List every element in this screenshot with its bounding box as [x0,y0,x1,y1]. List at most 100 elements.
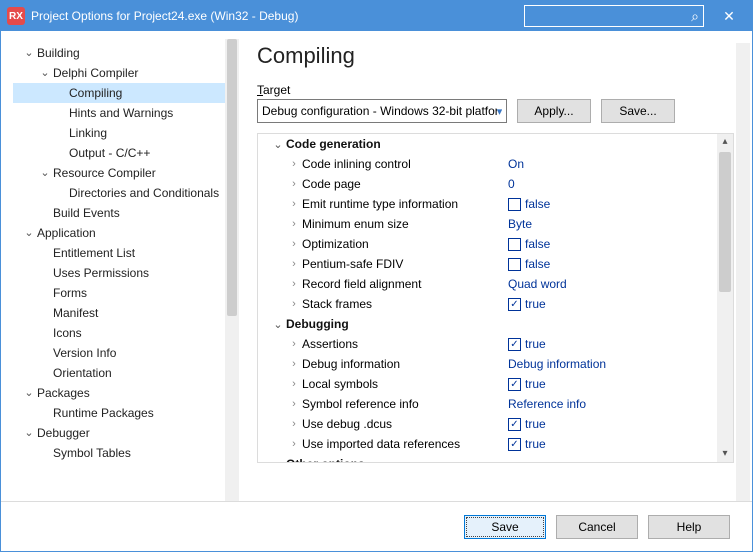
option-row[interactable]: ›Use debug .dcus✓true [258,414,717,434]
options-grid[interactable]: ⌄Code generation›Code inlining controlOn… [258,134,717,462]
chevron-right-icon[interactable]: › [286,218,302,230]
tree-item-version-info[interactable]: ·Version Info [13,343,235,363]
option-row[interactable]: ›Local symbols✓true [258,374,717,394]
chevron-right-icon[interactable]: › [286,398,302,410]
tree-item-manifest[interactable]: ·Manifest [13,303,235,323]
chevron-down-icon[interactable]: ⌄ [270,138,286,151]
search-icon[interactable]: ⌕ [691,8,699,25]
tree-item-resource-compiler[interactable]: ⌄Resource Compiler [13,163,235,183]
chevron-right-icon[interactable]: › [286,258,302,270]
tree-item-output-c-c-[interactable]: ·Output - C/C++ [13,143,235,163]
tree-item-hints-and-warnings[interactable]: ·Hints and Warnings [13,103,235,123]
option-value[interactable]: Byte [508,217,717,231]
option-value[interactable]: Reference info [508,397,717,411]
option-row[interactable]: ›Pentium-safe FDIVfalse [258,254,717,274]
option-row[interactable]: ›Assertions✓true [258,334,717,354]
scroll-down-icon[interactable]: ▾ [717,446,733,462]
tree-item-application[interactable]: ⌄Application [13,223,235,243]
option-row[interactable]: ›Code inlining controlOn [258,154,717,174]
option-row[interactable]: ›Optimizationfalse [258,234,717,254]
option-row[interactable]: ›Symbol reference infoReference info [258,394,717,414]
target-combo[interactable]: Debug configuration - Windows 32-bit pla… [257,99,507,123]
option-row[interactable]: ›Stack frames✓true [258,294,717,314]
scroll-up-icon[interactable]: ▴ [717,134,733,150]
option-value[interactable]: 0 [508,177,717,191]
checkbox[interactable]: ✓ [508,438,521,451]
option-value[interactable]: ✓true [508,437,717,451]
chevron-right-icon[interactable]: › [286,158,302,170]
cancel-button[interactable]: Cancel [556,515,638,539]
chevron-right-icon[interactable]: › [286,298,302,310]
chevron-right-icon[interactable]: › [286,338,302,350]
chevron-down-icon[interactable]: ⌄ [270,318,286,331]
tree-item-building[interactable]: ⌄Building [13,43,235,63]
checkbox[interactable] [508,238,521,251]
tree-item-orientation[interactable]: ·Orientation [13,363,235,383]
category-row[interactable]: ⌄Code generation [258,134,717,154]
option-value[interactable]: Quad word [508,277,717,291]
chevron-right-icon[interactable]: › [286,178,302,190]
option-row[interactable]: ›Debug informationDebug information [258,354,717,374]
checkbox[interactable]: ✓ [508,338,521,351]
option-value[interactable]: Debug information [508,357,717,371]
tree-item-uses-permissions[interactable]: ·Uses Permissions [13,263,235,283]
option-value[interactable]: false [508,257,717,271]
option-value[interactable]: ✓true [508,377,717,391]
category-row[interactable]: ⌄Debugging [258,314,717,334]
option-row[interactable]: ›Record field alignmentQuad word [258,274,717,294]
scroll-thumb[interactable] [719,152,731,292]
apply-button[interactable]: Apply... [517,99,591,123]
tree-item-forms[interactable]: ·Forms [13,283,235,303]
chevron-down-icon[interactable]: ⌄ [37,168,53,179]
close-button[interactable]: ✕ [712,1,746,31]
tree-item-icons[interactable]: ·Icons [13,323,235,343]
tree-item-symbol-tables[interactable]: ·Symbol Tables [13,443,235,463]
tree-scrollbar[interactable] [225,39,239,501]
tree-item-linking[interactable]: ·Linking [13,123,235,143]
chevron-down-icon[interactable]: ⌄ [270,458,286,463]
chevron-down-icon[interactable]: ⌄ [21,228,37,239]
tree-item-delphi-compiler[interactable]: ⌄Delphi Compiler [13,63,235,83]
titlebar-search[interactable]: ⌕ [524,5,704,27]
category-row[interactable]: ⌄Other options [258,454,717,462]
tree-item-directories-and-conditionals[interactable]: ·Directories and Conditionals [13,183,235,203]
chevron-right-icon[interactable]: › [286,418,302,430]
checkbox[interactable] [508,258,521,271]
option-value[interactable]: false [508,197,717,211]
option-row[interactable]: ›Minimum enum sizeByte [258,214,717,234]
checkbox[interactable]: ✓ [508,378,521,391]
save-button[interactable]: Save [464,515,546,539]
tree-item-build-events[interactable]: ·Build Events [13,203,235,223]
chevron-down-icon[interactable]: ⌄ [21,48,37,59]
option-value[interactable]: ✓true [508,297,717,311]
option-value[interactable]: ✓true [508,337,717,351]
chevron-right-icon[interactable]: › [286,198,302,210]
option-value[interactable]: ✓true [508,417,717,431]
checkbox[interactable]: ✓ [508,298,521,311]
chevron-down-icon[interactable]: ⌄ [21,428,37,439]
search-input[interactable] [529,10,691,22]
option-value[interactable]: On [508,157,717,171]
option-row[interactable]: ›Code page0 [258,174,717,194]
tree-item-entitlement-list[interactable]: ·Entitlement List [13,243,235,263]
checkbox[interactable] [508,198,521,211]
chevron-right-icon[interactable]: › [286,238,302,250]
chevron-down-icon[interactable]: ⌄ [21,388,37,399]
grid-scrollbar[interactable]: ▴ ▾ [717,134,733,462]
checkbox[interactable]: ✓ [508,418,521,431]
chevron-down-icon[interactable]: ⌄ [37,68,53,79]
chevron-right-icon[interactable]: › [286,438,302,450]
chevron-right-icon[interactable]: › [286,378,302,390]
option-row[interactable]: ›Use imported data references✓true [258,434,717,454]
nav-tree[interactable]: ⌄Building⌄Delphi Compiler·Compiling·Hint… [1,31,239,501]
panel-scrollbar[interactable] [736,43,750,501]
option-row[interactable]: ›Emit runtime type informationfalse [258,194,717,214]
help-button[interactable]: Help [648,515,730,539]
tree-item-packages[interactable]: ⌄Packages [13,383,235,403]
chevron-right-icon[interactable]: › [286,278,302,290]
tree-item-debugger[interactable]: ⌄Debugger [13,423,235,443]
tree-item-runtime-packages[interactable]: ·Runtime Packages [13,403,235,423]
chevron-right-icon[interactable]: › [286,358,302,370]
option-value[interactable]: false [508,237,717,251]
save-target-button[interactable]: Save... [601,99,675,123]
